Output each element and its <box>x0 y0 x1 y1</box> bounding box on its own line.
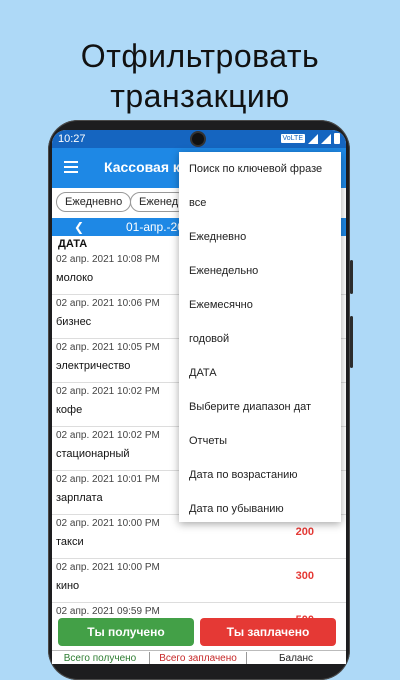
menu-item-daily[interactable]: Ежедневно <box>189 231 339 243</box>
transaction-amount: 200 <box>295 526 314 538</box>
status-time: 10:27 <box>58 133 86 145</box>
list-header-date: ДАТА <box>58 238 88 250</box>
menu-item-date-descending[interactable]: Дата по убыванию <box>189 503 339 515</box>
headline-line-2: транзакцию <box>110 78 290 114</box>
menu-item-date-ascending[interactable]: Дата по возрастанию <box>189 469 339 481</box>
menu-item-date[interactable]: ДАТА <box>189 367 339 379</box>
menu-item-monthly[interactable]: Ежемесячно <box>189 299 339 311</box>
totals-bar: Всего получено Всего заплачено Баланс <box>52 650 346 664</box>
camera-icon <box>192 133 204 145</box>
transaction-date: 02 апр. 2021 10:00 PM <box>56 518 160 529</box>
transaction-name: бизнес <box>56 316 92 328</box>
transaction-name: зарплата <box>56 492 103 504</box>
paid-button[interactable]: Ты заплачено <box>200 618 336 646</box>
total-paid-label: Всего заплачено <box>149 652 247 664</box>
battery-icon <box>334 133 340 144</box>
transaction-date: 02 апр. 2021 10:05 PM <box>56 342 160 353</box>
menu-item-weekly[interactable]: Еженедельно <box>189 265 339 277</box>
transaction-row[interactable]: 02 апр. 2021 10:00 PM кино 300 <box>52 558 346 603</box>
power-button <box>350 316 353 368</box>
transaction-name: электричество <box>56 360 131 372</box>
transaction-date: 02 апр. 2021 09:59 PM <box>56 606 160 617</box>
transaction-name: кофе <box>56 404 83 416</box>
transaction-date: 02 апр. 2021 10:00 PM <box>56 562 160 573</box>
filter-dropdown-menu: Поиск по ключевой фразе все Ежедневно Еж… <box>179 152 341 522</box>
headline-line-1: Отфильтровать <box>80 38 320 74</box>
action-bar: Ты получено Ты заплачено <box>52 618 346 650</box>
menu-item-keyword-search[interactable]: Поиск по ключевой фразе <box>189 163 339 175</box>
menu-item-yearly[interactable]: годовой <box>189 333 339 345</box>
transaction-name: молоко <box>56 272 94 284</box>
volte-badge: VoLTE <box>280 134 305 143</box>
promo-headline: Отфильтровать транзакцию <box>0 36 400 116</box>
date-range-label: 01-апр.-20 <box>126 220 184 234</box>
total-received-label: Всего получено <box>63 653 137 664</box>
status-bar: 10:27 VoLTE <box>52 130 346 148</box>
transaction-date: 02 апр. 2021 10:06 PM <box>56 298 160 309</box>
transaction-date: 02 апр. 2021 10:08 PM <box>56 254 160 265</box>
chevron-left-icon[interactable]: ❮ <box>74 218 84 236</box>
transaction-name: кино <box>56 580 80 592</box>
chip-daily[interactable]: Ежедневно <box>56 192 132 212</box>
transaction-date: 02 апр. 2021 10:02 PM <box>56 430 160 441</box>
transaction-name: такси <box>56 536 84 548</box>
app-title: Кассовая кн <box>104 159 189 175</box>
transaction-name: стационарный <box>56 448 130 460</box>
received-button[interactable]: Ты получено <box>58 618 194 646</box>
menu-item-all[interactable]: все <box>189 197 339 209</box>
transaction-date: 02 апр. 2021 10:01 PM <box>56 474 160 485</box>
balance-label: Баланс <box>278 653 314 664</box>
transaction-date: 02 апр. 2021 10:02 PM <box>56 386 160 397</box>
menu-item-date-range[interactable]: Выберите диапазон дат <box>189 401 339 413</box>
volume-button <box>350 260 353 294</box>
signal-icon <box>308 133 318 144</box>
transaction-amount: 300 <box>295 570 314 582</box>
menu-icon[interactable] <box>64 161 78 176</box>
signal-icon-2 <box>321 133 331 144</box>
menu-item-reports[interactable]: Отчеты <box>189 435 339 447</box>
